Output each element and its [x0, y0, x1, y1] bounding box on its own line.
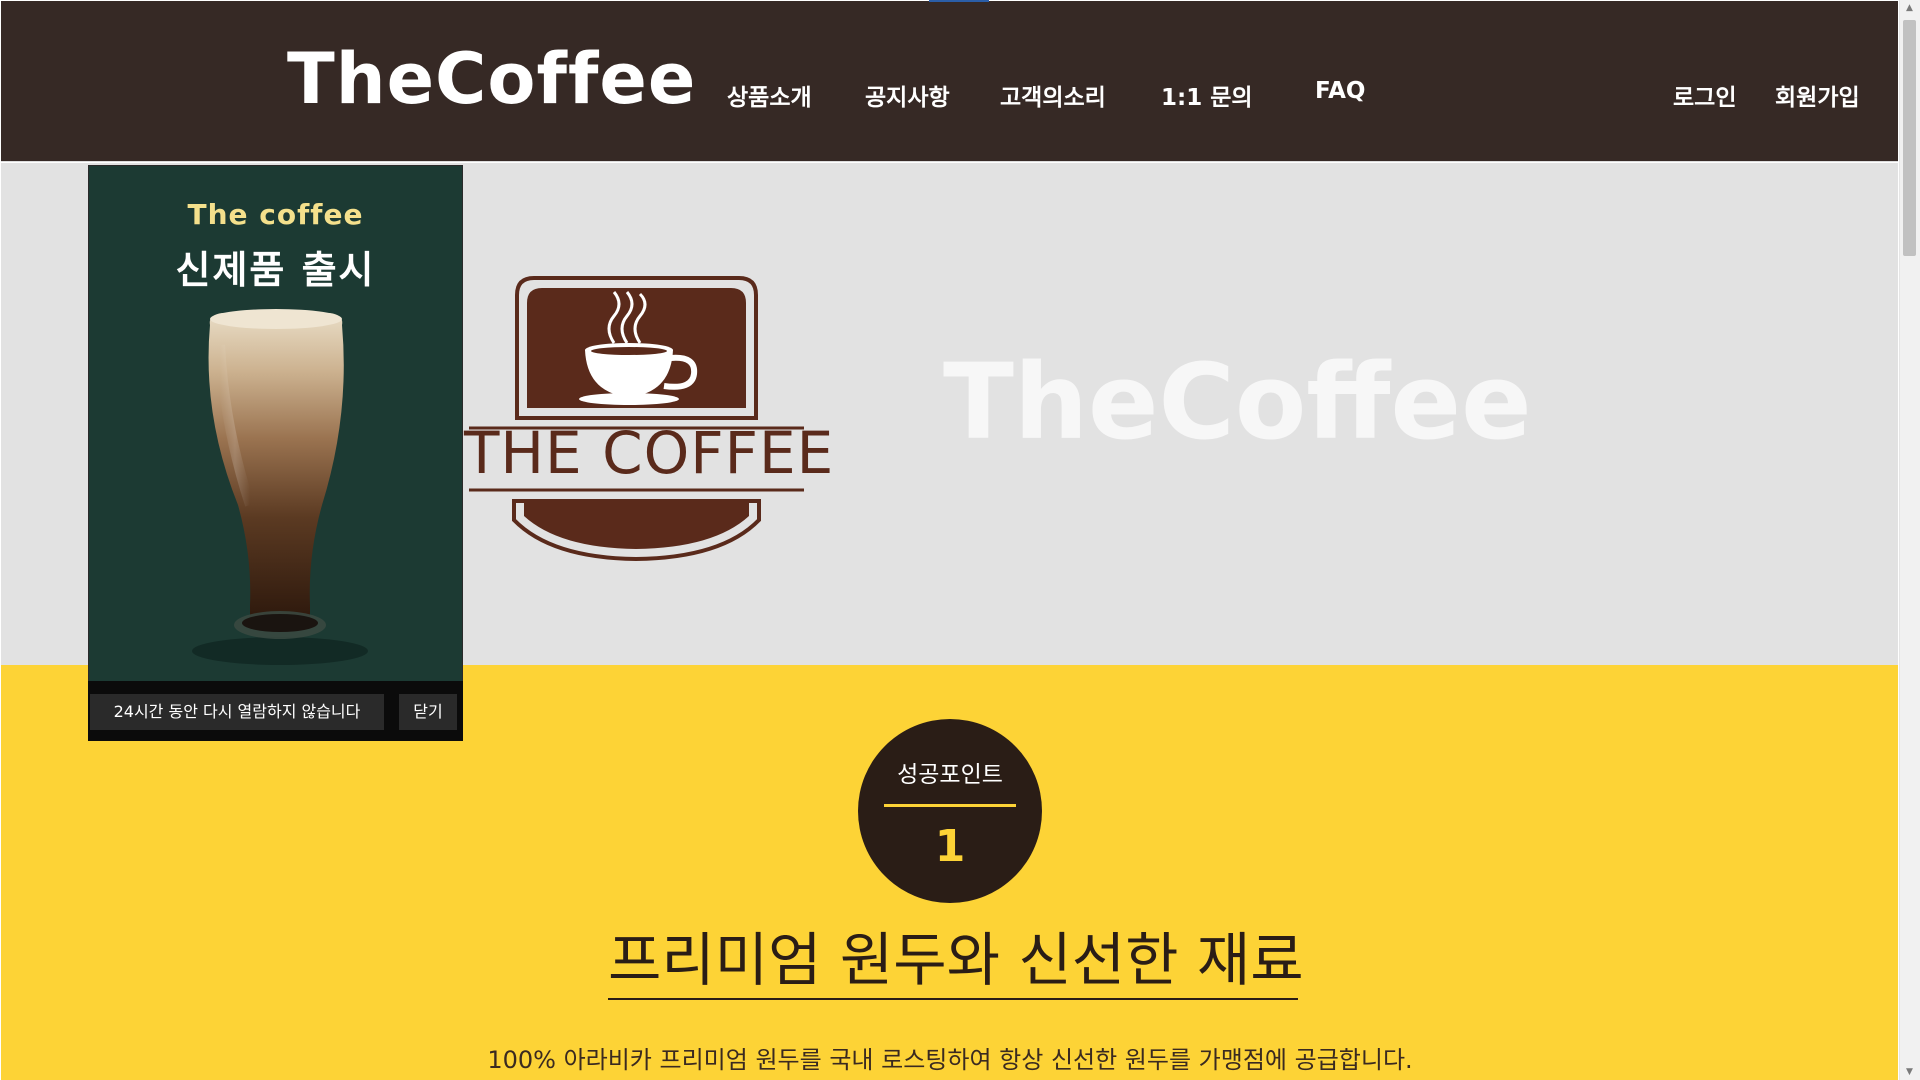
success-point-label: 성공포인트 [897, 762, 1003, 788]
popup-close-button[interactable]: 닫기 [399, 694, 457, 730]
chevron-up-icon[interactable]: ▲ [1899, 2, 1920, 14]
feature-title-underline [608, 998, 1298, 1000]
nav-item-products[interactable]: 상품소개 [727, 78, 812, 112]
feature-title: 프리미엄 원두와 신선한 재료 [608, 926, 1304, 994]
nav-item-notices[interactable]: 공지사항 [865, 78, 950, 112]
coffee-cup-emblem-icon [469, 276, 804, 562]
nav-item-customer-voice[interactable]: 고객의소리 [1000, 78, 1106, 112]
brand-logo[interactable]: TheCoffee [287, 38, 696, 120]
dismiss-24h-button[interactable]: 24시간 동안 다시 열람하지 않습니다 [90, 694, 384, 730]
popup-kicker: The coffee [187, 198, 364, 231]
chevron-down-icon[interactable]: ▼ [1899, 1066, 1920, 1078]
login-link[interactable]: 로그인 [1673, 78, 1736, 112]
drink-image [192, 309, 368, 665]
popup-title: 신제품 출시 [175, 248, 376, 292]
badge-divider [884, 804, 1016, 807]
success-point-number: 1 [934, 821, 966, 872]
logo-text: THE COFFEE [464, 419, 835, 487]
page: TheCoffee 상품소개 공지사항 고객의소리 1:1 문의 FAQ 로그인… [0, 0, 1920, 1080]
signup-link[interactable]: 회원가입 [1775, 78, 1860, 112]
scrollbar-thumb[interactable] [1903, 20, 1916, 256]
nav-item-faq[interactable]: FAQ [1315, 78, 1365, 104]
hero-wordmark: TheCoffee [943, 341, 1532, 463]
success-point-badge [858, 719, 1042, 903]
feature-description: 100% 아라비카 프리미엄 원두를 국내 로스팅하여 항상 신선한 원두를 가… [487, 1046, 1413, 1074]
nav-item-inquiry[interactable]: 1:1 문의 [1161, 78, 1253, 112]
header-accent-bar [929, 0, 989, 2]
